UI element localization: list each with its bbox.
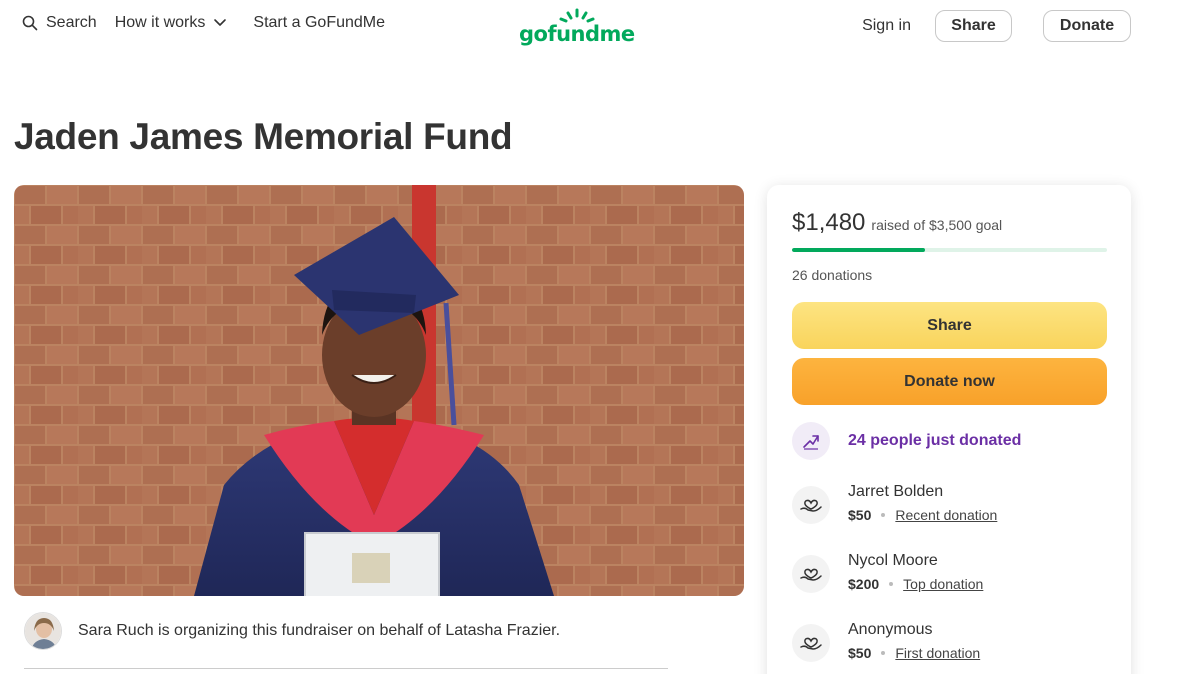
donor-meta: $50 Recent donation (848, 507, 997, 523)
heart-hand-icon (792, 486, 830, 524)
trending-row: 24 people just donated (792, 422, 1021, 460)
donor-name: Jarret Bolden (848, 483, 944, 500)
donor-details: Nycol Moore $200 Top donation (848, 552, 983, 592)
search-link[interactable]: Search (22, 14, 97, 32)
donor-item: Anonymous $50 First donation (792, 621, 980, 662)
donor-amount: $200 (848, 576, 880, 592)
separator-dot (881, 651, 886, 655)
donor-amount: $50 (848, 507, 872, 523)
donation-card: $1,480 raised of $3,500 goal 26 donation… (767, 185, 1131, 674)
search-icon (22, 15, 38, 31)
donor-details: Jarret Bolden $50 Recent donation (848, 483, 997, 523)
page-title: Jaden James Memorial Fund (14, 116, 513, 157)
progress-bar (792, 248, 1107, 252)
how-it-works-menu[interactable]: How it works (115, 14, 228, 32)
donate-now-button[interactable]: Donate now (792, 358, 1107, 405)
raised-goal: raised of $3,500 goal (871, 217, 1003, 233)
donor-name: Anonymous (848, 621, 933, 638)
search-label: Search (46, 14, 97, 31)
donor-item: Nycol Moore $200 Top donation (792, 552, 983, 593)
nav-right: Sign in Share Donate (862, 10, 1131, 42)
logo-text: gofundme (519, 22, 635, 46)
separator-dot (881, 513, 886, 517)
start-gofundme-label: Start a GoFundMe (253, 14, 386, 31)
campaign-hero-image[interactable] (14, 185, 744, 596)
progress-fill (792, 248, 926, 252)
trending-up-icon (792, 422, 830, 460)
avatar-image (25, 613, 61, 649)
donor-details: Anonymous $50 First donation (848, 621, 980, 661)
donor-name: Nycol Moore (848, 552, 938, 569)
donor-amount: $50 (848, 645, 872, 661)
chevron-down-icon (214, 19, 227, 26)
header-share-button[interactable]: Share (935, 10, 1012, 42)
graduation-photo (14, 185, 744, 596)
start-gofundme-link[interactable]: Start a GoFundMe (253, 14, 385, 32)
how-it-works-label: How it works (114, 14, 206, 31)
donor-item: Jarret Bolden $50 Recent donation (792, 483, 997, 524)
site-header: Search How it works Start a GoFundMe gof… (0, 0, 1200, 52)
donor-meta: $200 Top donation (848, 576, 983, 592)
raised-summary: $1,480 raised of $3,500 goal (792, 209, 1002, 237)
organizer-row: Sara Ruch is organizing this fundraiser … (24, 612, 560, 650)
trending-text: 24 people just donated (848, 432, 1022, 449)
heart-hand-icon (792, 555, 830, 593)
raised-amount: $1,480 (792, 209, 866, 236)
section-divider (24, 668, 668, 669)
gofundme-logo[interactable]: gofundme (519, 8, 635, 46)
donor-tag-link[interactable]: Top donation (903, 576, 983, 592)
nav-left: Search How it works Start a GoFundMe (22, 14, 385, 32)
separator-dot (889, 582, 894, 586)
donor-tag-link[interactable]: First donation (895, 645, 980, 661)
organizer-text: Sara Ruch is organizing this fundraiser … (78, 622, 561, 639)
share-button[interactable]: Share (792, 302, 1107, 349)
sign-in-link[interactable]: Sign in (862, 17, 911, 35)
donor-tag-link[interactable]: Recent donation (895, 507, 997, 523)
header-donate-button[interactable]: Donate (1043, 10, 1131, 42)
heart-hand-icon (792, 624, 830, 662)
organizer-avatar[interactable] (24, 612, 62, 650)
donations-count: 26 donations (792, 267, 873, 283)
donor-meta: $50 First donation (848, 645, 980, 661)
